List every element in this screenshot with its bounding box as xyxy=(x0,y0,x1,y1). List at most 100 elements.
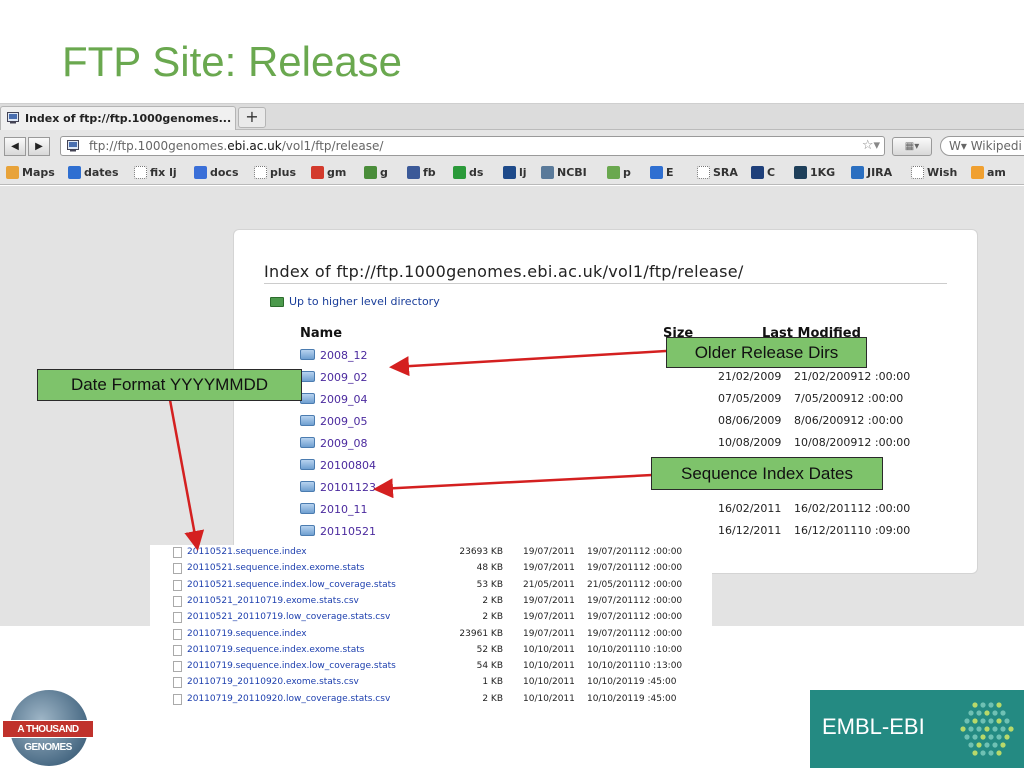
file-date: 21/05/2011 xyxy=(523,579,575,590)
file-name[interactable]: 20110521_20110719.exome.stats.csv xyxy=(187,596,359,606)
file-date: 10/10/2011 xyxy=(523,661,575,672)
back-button[interactable]: ◀ xyxy=(4,137,26,156)
directory-row[interactable]: 20110521 16/12/2011 16/12/201110 :09:00 xyxy=(300,522,920,544)
bookmark-label: fix lj xyxy=(150,166,177,179)
directory-row[interactable]: 2009_04 07/05/2009 7/05/200912 :00:00 xyxy=(300,390,920,412)
directory-row[interactable]: 2009_08 10/08/2009 10/08/200912 :00:00 xyxy=(300,434,920,456)
file-name[interactable]: 20110719.sequence.index.low_coverage.sta… xyxy=(187,661,396,671)
bookmark-p[interactable]: p xyxy=(607,166,631,179)
bookmark-lj[interactable]: lj xyxy=(503,166,527,179)
bookmark-maps[interactable]: Maps xyxy=(6,166,55,179)
file-modified: 21/05/201112 :00:00 xyxy=(587,579,683,590)
file-modified: 10/10/20119 :45:00 xyxy=(587,677,677,688)
directory-name[interactable]: 20100804 xyxy=(320,459,376,472)
directory-row[interactable]: 2009_02 21/02/2009 21/02/200912 :00:00 xyxy=(300,368,920,390)
bookmark-label: am xyxy=(987,166,1006,179)
bookmark-blank-icon xyxy=(134,166,147,179)
file-name[interactable]: 20110521.sequence.index.low_coverage.sta… xyxy=(187,580,396,590)
ncbi-icon xyxy=(541,166,554,179)
new-tab-button[interactable]: + xyxy=(238,107,266,128)
bookmark-fix-lj[interactable]: fix lj xyxy=(134,166,177,179)
bookmark-gm[interactable]: gm xyxy=(311,166,346,179)
browser-chrome: Index of ftp://ftp.1000genomes... + ◀ ▶ … xyxy=(0,103,1024,185)
directory-name[interactable]: 2009_08 xyxy=(320,437,368,450)
bookmark-sra[interactable]: SRA xyxy=(697,166,738,179)
addon-grid-button[interactable]: ▦▾ xyxy=(892,137,932,156)
file-size: 53 KB xyxy=(476,579,503,590)
bookmark-ds[interactable]: ds xyxy=(453,166,483,179)
url-bar[interactable]: ftp://ftp.1000genomes.ebi.ac.uk/vol1/ftp… xyxy=(60,136,885,156)
bookmark-plus[interactable]: plus xyxy=(254,166,296,179)
directory-name[interactable]: 2008_12 xyxy=(320,349,368,362)
bookmark-fb[interactable]: fb xyxy=(407,166,436,179)
file-modified: 19/07/201112 :00:00 xyxy=(587,563,683,574)
bookmark-g[interactable]: g xyxy=(364,166,388,179)
directory-name[interactable]: 20101123 xyxy=(320,481,376,494)
hex-dot xyxy=(988,702,994,708)
directory-date: 16/02/2011 xyxy=(718,502,782,515)
file-row[interactable]: 20110521_20110719.exome.stats.csv 2 KB 19/… xyxy=(150,594,712,610)
bookmark-wish[interactable]: Wish xyxy=(911,166,957,179)
file-row[interactable]: 20110719.sequence.index 23961 KB 19/07/201… xyxy=(150,627,712,643)
file-row[interactable]: 20110719_20110920.exome.stats.csv 1 KB 10/… xyxy=(150,675,712,691)
folder-icon xyxy=(300,415,315,426)
tab-active[interactable]: Index of ftp://ftp.1000genomes... xyxy=(0,106,236,130)
file-size: 2 KB xyxy=(482,612,503,623)
file-name[interactable]: 20110719.sequence.index.exome.stats xyxy=(187,645,364,655)
directory-name[interactable]: 2009_02 xyxy=(320,371,368,384)
bookmark-ncbi[interactable]: NCBI xyxy=(541,166,587,179)
file-name[interactable]: 20110521.sequence.index xyxy=(187,547,307,557)
hex-dot xyxy=(968,742,974,748)
directory-name[interactable]: 2010_11 xyxy=(320,503,368,516)
directory-name[interactable]: 20110521 xyxy=(320,525,376,538)
file-name[interactable]: 20110719_20110920.low_coverage.stats.csv xyxy=(187,694,390,704)
maps-icon xyxy=(6,166,19,179)
bookmark-dates[interactable]: dates xyxy=(68,166,119,179)
bookmark-star-icon[interactable]: ☆▾ xyxy=(862,138,880,153)
file-row[interactable]: 20110521.sequence.index 23693 KB 19/07/201… xyxy=(150,545,712,561)
directory-date: 08/06/2009 xyxy=(718,414,782,427)
directory-name[interactable]: 2009_05 xyxy=(320,415,368,428)
bookmark-label: gm xyxy=(327,166,347,179)
file-row[interactable]: 20110521.sequence.index.low_coverage.sta… xyxy=(150,578,712,594)
file-row[interactable]: 20110719.sequence.index.low_coverage.sta… xyxy=(150,659,712,675)
directory-date: 07/05/2009 xyxy=(718,392,782,405)
search-box[interactable]: W▾ Wikipedi xyxy=(940,136,1024,156)
file-name[interactable]: 20110719_20110920.exome.stats.csv xyxy=(187,677,359,687)
directory-row[interactable]: 2010_11 16/02/2011 16/02/201112 :00:00 xyxy=(300,500,920,522)
hex-dot xyxy=(980,702,986,708)
bookmark-1kg[interactable]: 1KG xyxy=(794,166,835,179)
lj-user-icon xyxy=(503,166,516,179)
column-name-header[interactable]: Name xyxy=(300,326,342,341)
hex-dot xyxy=(996,718,1002,724)
file-name[interactable]: 20110521.sequence.index.exome.stats xyxy=(187,563,364,573)
calendar-icon xyxy=(68,166,81,179)
file-name[interactable]: 20110521_20110719.low_coverage.stats.csv xyxy=(187,612,390,622)
bookmark-am[interactable]: am xyxy=(971,166,1006,179)
bookmark-label: Wish xyxy=(927,166,958,179)
amazon-icon xyxy=(971,166,984,179)
file-modified: 10/10/201110 :10:00 xyxy=(587,644,683,655)
bookmark-c[interactable]: C xyxy=(751,166,775,179)
logo-banner-text: A THOUSAND GENOMES xyxy=(2,720,94,753)
directory-row[interactable]: 2009_05 08/06/2009 8/06/200912 :00:00 xyxy=(300,412,920,434)
embl-ebi-logo: EMBL-EBI xyxy=(810,690,1024,768)
directory-name[interactable]: 2009_04 xyxy=(320,393,368,406)
bookmark-jira[interactable]: JIRA xyxy=(851,166,892,179)
bookmark-docs[interactable]: docs xyxy=(194,166,239,179)
tab-bar: Index of ftp://ftp.1000genomes... + xyxy=(0,104,1024,130)
file-row[interactable]: 20110521.sequence.index.exome.stats 48 KB… xyxy=(150,561,712,577)
docs-icon xyxy=(194,166,207,179)
directory-modified: 10/08/200912 :00:00 xyxy=(794,436,911,449)
bookmark-e[interactable]: E xyxy=(650,166,674,179)
forward-button[interactable]: ▶ xyxy=(28,137,50,156)
url-domain: ebi.ac.uk xyxy=(227,139,282,153)
file-name[interactable]: 20110719.sequence.index xyxy=(187,629,307,639)
file-row[interactable]: 20110521_20110719.low_coverage.stats.csv… xyxy=(150,610,712,626)
up-directory-link[interactable]: Up to higher level directory xyxy=(270,295,440,308)
file-modified: 19/07/201112 :00:00 xyxy=(587,612,683,623)
file-row[interactable]: 20110719_20110920.low_coverage.stats.csv… xyxy=(150,692,712,708)
file-icon xyxy=(173,547,182,558)
file-row[interactable]: 20110719.sequence.index.exome.stats 52 KB… xyxy=(150,643,712,659)
hex-dot xyxy=(1000,742,1006,748)
